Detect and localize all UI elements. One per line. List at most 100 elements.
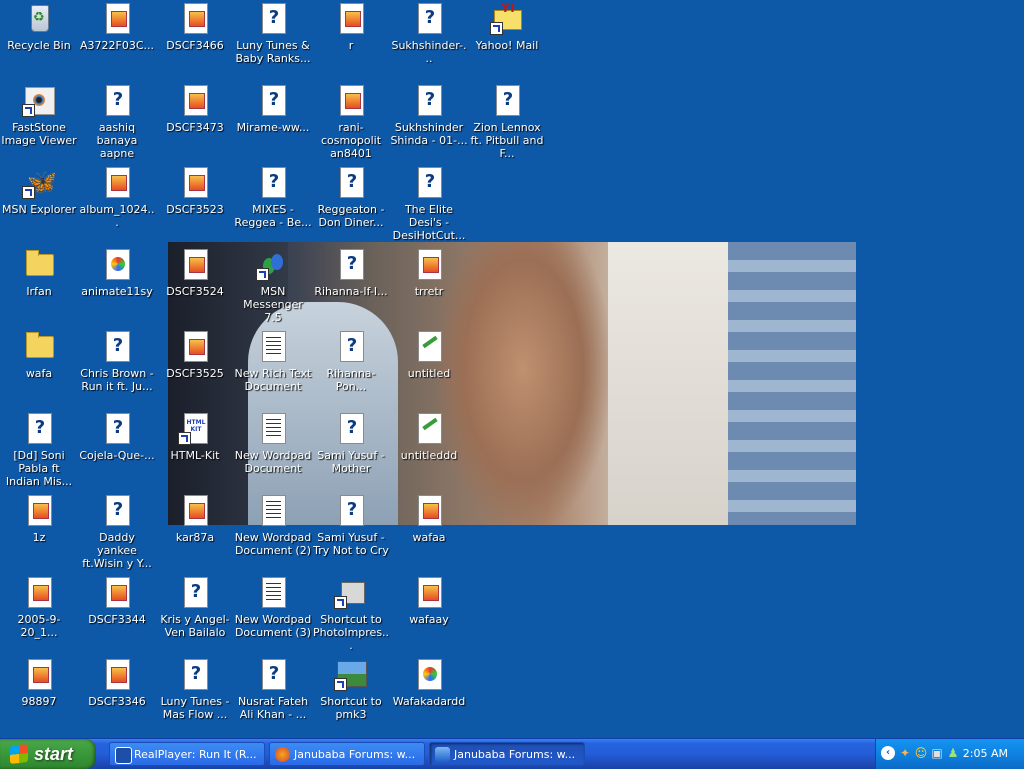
desktop-icon[interactable]: animate11sy [78, 248, 156, 298]
desktop-icon[interactable]: 🦋 MSN Explorer [0, 166, 78, 216]
desktop-icon[interactable]: Rihanna-If-I... [312, 248, 390, 298]
desktop-icon[interactable]: New Wordpad Document (2) [234, 494, 312, 557]
desktop-icon[interactable]: untitleddd [390, 412, 468, 462]
desktop-icon-label: 1z [32, 531, 46, 544]
desktop-icon[interactable]: Sami Yusuf - Mother [312, 412, 390, 475]
desktop-icon[interactable]: r [312, 2, 390, 52]
desktop-icon[interactable]: A3722F03C... [78, 2, 156, 52]
desktop-icon[interactable]: Daddy yankee ft.Wisin y Y... [78, 494, 156, 570]
desktop[interactable]: Recycle Bin A3722F03C... DSCF3466 Luny Tune… [0, 0, 1024, 738]
users-tray-icon[interactable]: ♟ [946, 746, 960, 760]
folder-icon [23, 248, 55, 280]
desktop-icon[interactable]: album_1024... [78, 166, 156, 229]
desktop-icon[interactable]: Shortcut to PhotoImpres... [312, 576, 390, 652]
desktop-icon-label: New Rich Text Document [234, 367, 312, 393]
desktop-icon[interactable]: DSCF3525 [156, 330, 234, 380]
desktop-icon[interactable]: Luny Tunes - Mas Flow ... [156, 658, 234, 721]
desktop-icon[interactable]: Yahoo! Mail [468, 1, 546, 52]
desktop-icon[interactable]: 2005-9-20_1... [0, 576, 78, 639]
desktop-icon-label: rani-cosmopolit an8401 [320, 121, 382, 160]
desktop-icon[interactable]: DSCF3473 [156, 84, 234, 134]
desktop-icon[interactable]: Cojela-Que-... [78, 412, 156, 462]
desktop-icon-label: Daddy yankee ft.Wisin y Y... [82, 531, 152, 570]
realplayer-file-icon [335, 412, 367, 444]
realplayer-file-icon [413, 166, 445, 198]
start-label: start [34, 743, 74, 764]
paint-file-icon [413, 412, 445, 444]
desktop-icon[interactable]: Sami Yusuf - Try Not to Cry [312, 494, 390, 557]
desktop-icon[interactable]: [Dd] Soni Pabla ft Indian Mis... [0, 412, 78, 488]
desktop-icon[interactable]: Nusrat Fateh Ali Khan - ... [234, 658, 312, 721]
desktop-icon-label: [Dd] Soni Pabla ft Indian Mis... [5, 449, 73, 488]
msn-messenger-icon [256, 248, 289, 281]
desktop-icon[interactable]: MIXES - Reggea - Be... [234, 166, 312, 229]
yahoo-mail-icon [490, 1, 523, 35]
desktop-icon[interactable]: Reggeaton - Don Diner... [312, 166, 390, 229]
desktop-icon[interactable]: New Rich Text Document [234, 330, 312, 393]
task-janubaba-ie[interactable]: Janubaba Forums: w... [429, 742, 585, 766]
desktop-icon[interactable]: DSCF3346 [78, 658, 156, 708]
show-hidden-icons-icon[interactable]: ‹ [881, 746, 895, 760]
desktop-icon-label: Irfan [26, 285, 52, 298]
clock[interactable]: 2:05 AM [963, 739, 1008, 769]
desktop-icon[interactable]: Kris y Angel- Ven Bailalo [156, 576, 234, 639]
desktop-icon-label: DSCF3346 [88, 695, 146, 708]
desktop-icon[interactable]: Zion Lennox ft. Pitbull and F... [468, 84, 546, 160]
desktop-icon[interactable]: New Wordpad Document (3) [234, 576, 312, 639]
image-file-icon [23, 658, 55, 690]
desktop-icon[interactable]: aashiq banaya aapne [78, 84, 156, 160]
desktop-icon[interactable]: Shortcut to pmk3 [312, 658, 390, 721]
desktop-icon[interactable]: Luny Tunes & Baby Ranks... [234, 2, 312, 65]
messenger-tray-icon[interactable]: ✦ [898, 746, 912, 760]
realplayer-file-icon [257, 166, 289, 198]
desktop-icon[interactable]: The Elite Desi's - DesiHotCut... [390, 166, 468, 242]
desktop-icon[interactable]: Sukhshinder Shinda - 01-... [390, 84, 468, 147]
desktop-icon[interactable]: MSN Messenger 7.5 [234, 248, 312, 324]
desktop-icon[interactable]: Sukhshinder-... [390, 2, 468, 65]
desktop-icon[interactable]: DSCF3344 [78, 576, 156, 626]
realplayer-file-icon [101, 412, 133, 444]
desktop-icon[interactable]: DSCF3466 [156, 2, 234, 52]
desktop-icon-label: MSN Explorer [2, 203, 76, 216]
desktop-icon[interactable]: wafaay [390, 576, 468, 626]
desktop-icon-label: Rihanna-Pon... [326, 367, 376, 393]
task-realplayer[interactable]: RealPlayer: Run It (R... [109, 742, 265, 766]
desktop-icon-label: Luny Tunes - Mas Flow ... [160, 695, 230, 721]
desktop-icon[interactable]: kar87a [156, 494, 234, 544]
desktop-icon[interactable]: 1z [0, 494, 78, 544]
desktop-icon[interactable]: trretr [390, 248, 468, 298]
realplayer-file-icon [335, 248, 367, 280]
firefox-icon [275, 747, 290, 762]
desktop-icon[interactable]: HTML-Kit [156, 412, 234, 462]
desktop-icon[interactable]: DSCF3524 [156, 248, 234, 298]
desktop-icon[interactable]: Chris Brown - Run it ft. Ju... [78, 330, 156, 393]
desktop-icon[interactable]: New Wordpad Document [234, 412, 312, 475]
windows-logo-icon [10, 743, 28, 764]
desktop-icon[interactable]: Recycle Bin [0, 2, 78, 52]
smiley-tray-icon[interactable]: ☺ [914, 746, 928, 760]
network-tray-icon[interactable]: ▣ [930, 746, 944, 760]
desktop-icon[interactable]: DSCF3523 [156, 166, 234, 216]
desktop-icon-label: r [348, 39, 354, 52]
taskbar: start RealPlayer: Run It (R... Janubaba … [0, 738, 1024, 769]
desktop-icon[interactable]: Mirame-ww... [234, 84, 312, 134]
desktop-icon[interactable]: Rihanna-Pon... [312, 330, 390, 393]
desktop-icon-label: Yahoo! Mail [475, 39, 539, 52]
desktop-icon[interactable]: rani-cosmopolit an8401 [312, 84, 390, 160]
image-file-icon [179, 330, 211, 362]
desktop-icon[interactable]: wafaa [390, 494, 468, 544]
realplayer-file-icon [101, 84, 133, 116]
desktop-icon[interactable]: Irfan [0, 248, 78, 298]
realplayer-file-icon [257, 2, 289, 34]
image-file-icon [179, 84, 211, 116]
desktop-icon[interactable]: wafa [0, 330, 78, 380]
desktop-icon[interactable]: FastStone Image Viewer [0, 84, 78, 147]
task-janubaba-firefox[interactable]: Janubaba Forums: w... [269, 742, 425, 766]
desktop-icon-label: Wafakadardd [392, 695, 466, 708]
realplayer-file-icon [335, 494, 367, 526]
desktop-icon[interactable]: untitled [390, 330, 468, 380]
start-button[interactable]: start [0, 739, 96, 769]
desktop-icon[interactable]: Wafakadardd [390, 658, 468, 708]
desktop-icon[interactable]: 98897 [0, 658, 78, 708]
desktop-icon-label: FastStone Image Viewer [1, 121, 77, 147]
